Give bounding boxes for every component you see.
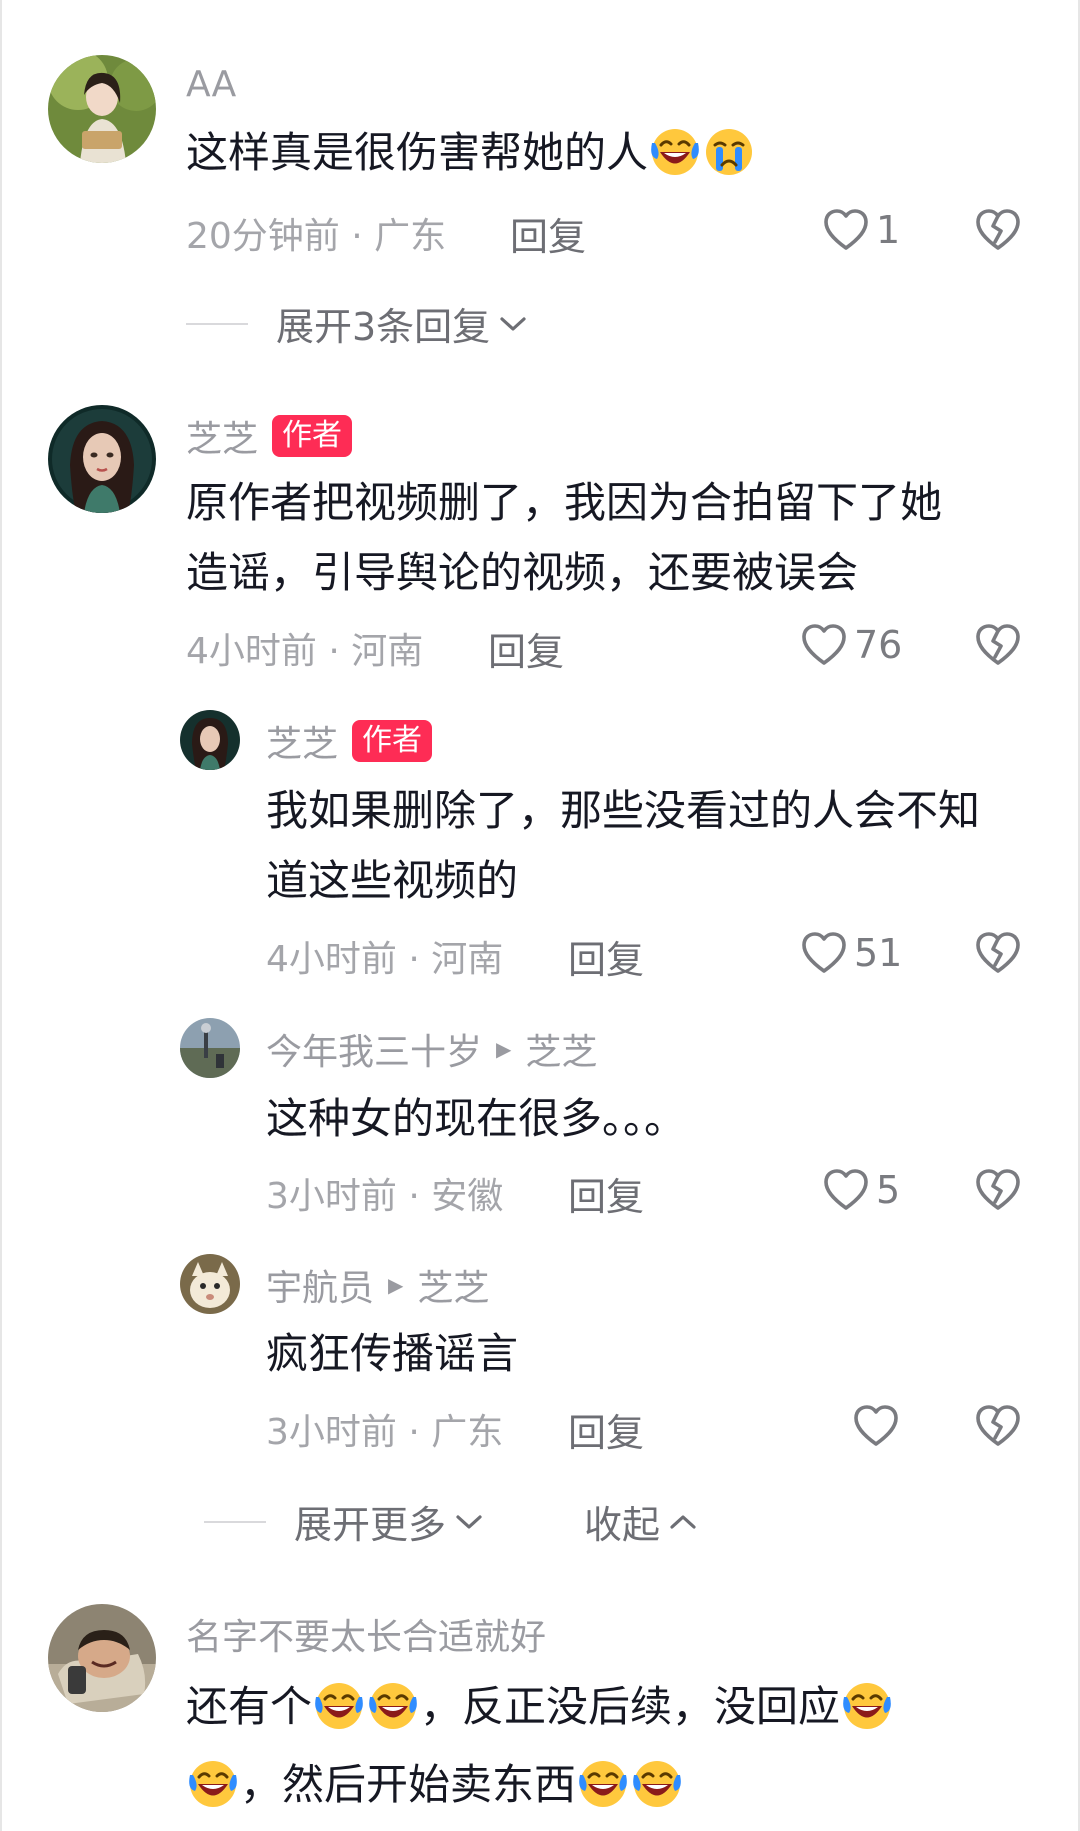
author-name[interactable]: 芝芝 (186, 410, 258, 462)
reply-button[interactable]: 回复 (488, 621, 564, 676)
reply-author[interactable]: 今年我三十岁 ▶ 芝芝 (266, 1023, 597, 1075)
like-button[interactable]: 76 (800, 621, 902, 669)
author-badge: 作者 (272, 415, 353, 457)
comment-text: 这样真是很伤害帮她的人 (186, 118, 1046, 188)
dislike-button[interactable] (974, 621, 1022, 669)
reply-button[interactable]: 回复 (568, 1402, 644, 1457)
dislike-button[interactable] (974, 1402, 1022, 1450)
comment-text-line: 原作者把视频删了，我因为合拍留下了她 (186, 478, 943, 527)
reply-button[interactable]: 回复 (510, 206, 586, 261)
comment-text: 还有个 ，反正没后续，没回应 ，然后开始卖东西 (186, 1668, 1046, 1824)
chevron-down-icon (500, 316, 526, 331)
comment-author[interactable]: AA (186, 64, 236, 105)
collapse-button[interactable]: 收起 (584, 1494, 698, 1549)
comment-text-segment: ，然后开始卖东西 (240, 1760, 577, 1809)
reply-meta: 4小时前 · 河南 (266, 939, 504, 980)
reply-to-name[interactable]: 芝芝 (525, 1023, 597, 1075)
reply-text: 这种女的现在很多。。。 (266, 1084, 1046, 1154)
frame-edge-left (0, 0, 2, 1831)
avatar[interactable] (48, 1604, 156, 1712)
comment-meta: 4小时前 · 河南 (186, 631, 424, 672)
broken-heart-icon (974, 1166, 1022, 1214)
like-button[interactable]: 5 (822, 1166, 900, 1214)
comment-author[interactable]: 芝芝 作者 (186, 410, 353, 462)
laughing-crying-emoji (841, 1679, 893, 1731)
broken-heart-icon (974, 1402, 1022, 1450)
author-name[interactable]: 名字不要太长合适就好 (186, 1608, 546, 1660)
expand-replies-label: 展开3条回复 (276, 305, 491, 349)
broken-heart-icon (974, 206, 1022, 254)
reply-meta: 3小时前 · 安徽 (266, 1176, 504, 1217)
comment-text-segment: 还有个 (186, 1682, 313, 1731)
chevron-down-icon (456, 1514, 482, 1529)
expand-more-label: 展开更多 (294, 1503, 447, 1547)
laughing-crying-emoji (631, 1757, 683, 1809)
like-count: 1 (876, 208, 901, 252)
laughing-crying-emoji (313, 1679, 365, 1731)
reply-text-line: 这种女的现在很多。。。 (266, 1094, 687, 1143)
reply-text-line: 疯狂传播谣言 (266, 1329, 519, 1378)
reply-button[interactable]: 回复 (568, 1166, 644, 1221)
avatar[interactable] (48, 55, 156, 163)
divider-line (204, 1520, 266, 1523)
reply-arrow-icon: ▶ (496, 1037, 512, 1061)
expand-more-button[interactable]: 展开更多 (204, 1494, 484, 1549)
comment-author[interactable]: 名字不要太长合适就好 (186, 1608, 546, 1660)
like-count: 76 (854, 623, 903, 667)
dislike-button[interactable] (974, 929, 1022, 977)
reply-author[interactable]: 宇航员 ▶ 芝芝 (266, 1259, 489, 1311)
avatar[interactable] (180, 1018, 240, 1078)
reply-text-line: 我如果删除了，那些没看过的人会不知 (266, 786, 981, 835)
like-button[interactable] (852, 1402, 906, 1450)
author-name[interactable]: 宇航员 (266, 1259, 374, 1311)
heart-outline-icon (852, 1402, 900, 1450)
avatar[interactable] (180, 710, 240, 770)
comment-text-line: 造谣，引导舆论的视频，还要被误会 (186, 548, 859, 597)
broken-heart-icon (974, 929, 1022, 977)
reply-to-name[interactable]: 芝芝 (417, 1259, 489, 1311)
laughing-crying-emoji (367, 1679, 419, 1731)
comment-text: 原作者把视频删了，我因为合拍留下了她 造谣，引导舆论的视频，还要被误会 (186, 468, 1046, 608)
like-count: 5 (876, 1168, 901, 1212)
dislike-button[interactable] (974, 1166, 1022, 1214)
collapse-label: 收起 (584, 1503, 661, 1547)
comment-text-line: 还有个 ，反正没后续，没回应 (186, 1668, 1046, 1746)
laughing-crying-emoji (649, 125, 701, 177)
heart-outline-icon (822, 206, 870, 254)
avatar[interactable] (180, 1254, 240, 1314)
author-name[interactable]: AA (186, 64, 236, 105)
reply-text: 我如果删除了，那些没看过的人会不知 道这些视频的 (266, 776, 1046, 916)
divider-line (186, 322, 248, 325)
reply-arrow-icon: ▶ (388, 1273, 404, 1297)
comment-meta: 20分钟前 · 广东 (186, 216, 447, 257)
heart-outline-icon (800, 621, 848, 669)
author-name[interactable]: 芝芝 (266, 715, 338, 767)
chevron-up-icon (670, 1514, 696, 1529)
laughing-crying-emoji (577, 1757, 629, 1809)
like-button[interactable]: 51 (800, 929, 902, 977)
comment-text-line: ，然后开始卖东西 (186, 1746, 1046, 1824)
author-badge: 作者 (352, 720, 433, 762)
expand-replies-button[interactable]: 展开3条回复 (186, 296, 528, 351)
reply-text: 疯狂传播谣言 (266, 1319, 1046, 1389)
reply-text-line: 道这些视频的 (266, 856, 519, 905)
avatar[interactable] (48, 405, 156, 513)
like-button[interactable]: 1 (822, 206, 900, 254)
reply-author[interactable]: 芝芝 作者 (266, 715, 433, 767)
reply-meta: 3小时前 · 广东 (266, 1412, 504, 1453)
heart-outline-icon (800, 929, 848, 977)
comment-text-segment: ，反正没后续，没回应 (420, 1682, 841, 1731)
reply-button[interactable]: 回复 (568, 929, 644, 984)
laughing-crying-emoji (187, 1757, 239, 1809)
comment-text-body: 这样真是很伤害帮她的人 (186, 128, 649, 177)
like-count: 51 (854, 931, 903, 975)
author-name[interactable]: 今年我三十岁 (266, 1023, 482, 1075)
heart-outline-icon (822, 1166, 870, 1214)
dislike-button[interactable] (974, 206, 1022, 254)
crying-emoji (703, 125, 755, 177)
broken-heart-icon (974, 621, 1022, 669)
